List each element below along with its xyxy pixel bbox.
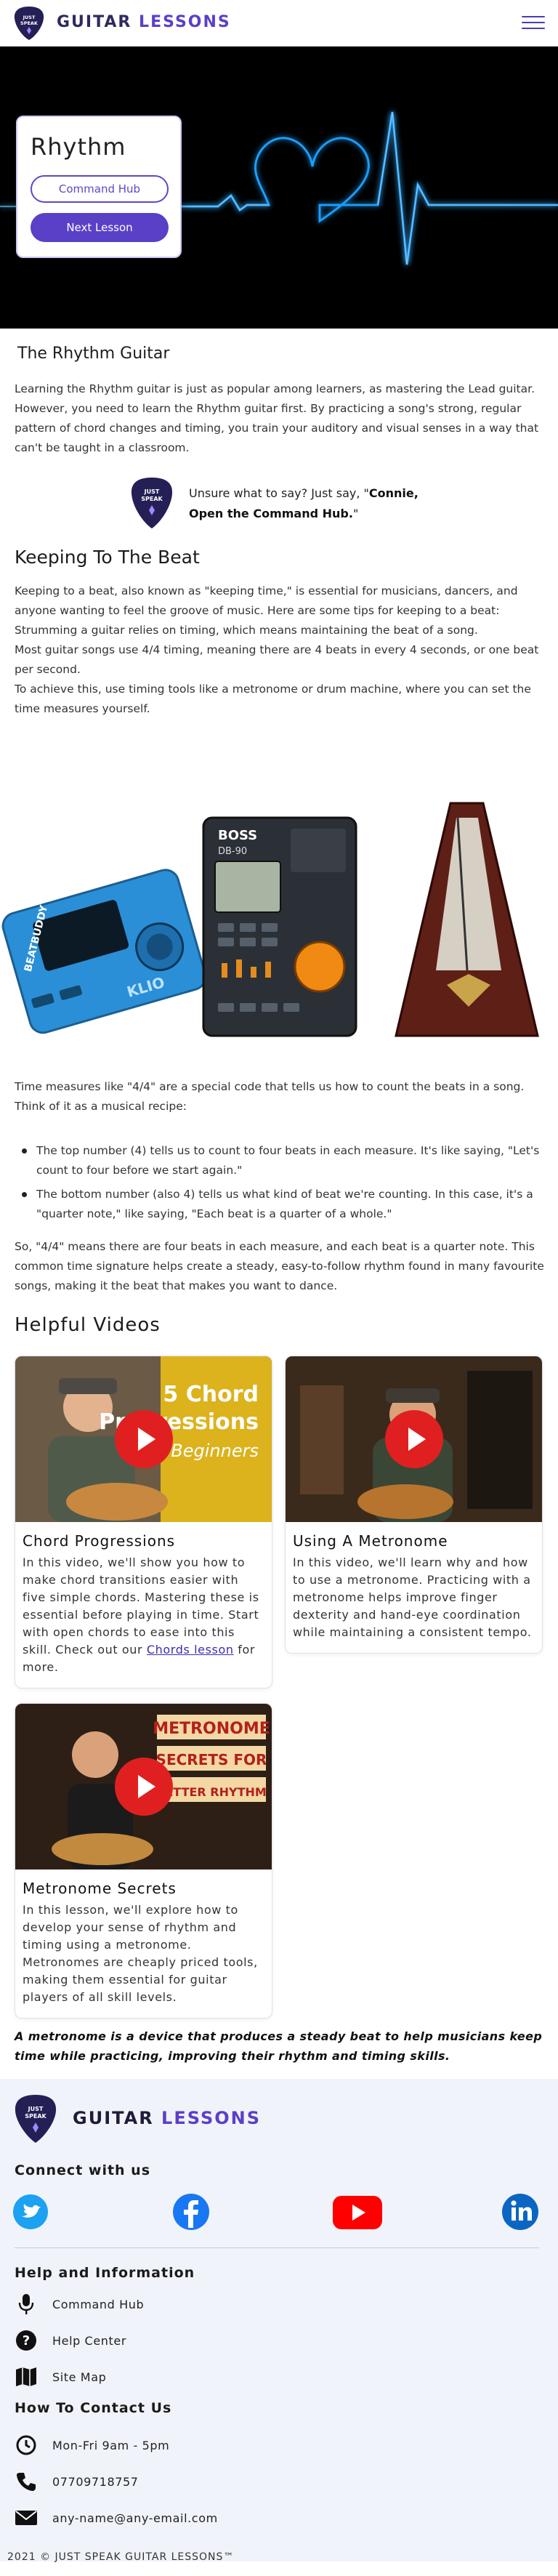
- metronome-quote: A metronome is a device that produces a …: [15, 2029, 543, 2063]
- svg-text:JUST: JUST: [23, 15, 36, 20]
- footer-link-command-hub[interactable]: Command Hub: [15, 2293, 144, 2316]
- question-circle-icon: ?: [15, 2329, 38, 2352]
- video-thumbnail[interactable]: 5 Chord Progressions for Beginners: [15, 1356, 272, 1522]
- chords-lesson-link[interactable]: Chords lesson: [147, 1643, 234, 1657]
- svg-text:BETTER RHYTHM: BETTER RHYTHM: [156, 1785, 267, 1799]
- map-icon: [15, 2365, 38, 2388]
- svg-text:SPEAK: SPEAK: [141, 496, 163, 502]
- email-icon: [15, 2506, 38, 2529]
- linkedin-icon[interactable]: [501, 2191, 539, 2232]
- voice-callout: JUST SPEAK Unsure what to say? Just say,…: [129, 476, 449, 531]
- logo-icon[interactable]: JUST SPEAK: [13, 5, 45, 41]
- contact-heading: How To Contact Us: [15, 2400, 172, 2416]
- command-hub-button[interactable]: Command Hub: [31, 175, 169, 203]
- beat-heading: Keeping To The Beat: [15, 547, 200, 568]
- help-heading: Help and Information: [15, 2265, 195, 2281]
- video-card-metronome-secrets[interactable]: METRONOME SECRETS FOR BETTER RHYTHM Metr…: [15, 1703, 272, 2018]
- list-item: The bottom number (also 4) tells us what…: [15, 1185, 545, 1224]
- facebook-icon[interactable]: [173, 2191, 209, 2232]
- videos-heading: Helpful Videos: [15, 1314, 161, 1336]
- metronome-devices-image: BEATBUDDY KLIO BOSS DB-90: [1, 802, 539, 1037]
- play-button-icon[interactable]: [114, 1410, 173, 1468]
- video-title: Using A Metronome: [293, 1532, 448, 1550]
- brand-title[interactable]: GUITAR LESSONS: [57, 13, 231, 31]
- clock-icon: [15, 2434, 38, 2457]
- footer-brand-title[interactable]: GUITAR LESSONS: [73, 2108, 261, 2128]
- video-description: In this video, we'll learn why and how t…: [293, 1555, 532, 1639]
- hero-banner: Rhythm Command Hub Next Lesson: [0, 47, 558, 329]
- measures-outro: So, "4/4" means there are four beats in …: [15, 1240, 544, 1292]
- footer-link-help-center[interactable]: ? Help Center: [15, 2329, 126, 2352]
- svg-text:DB-90: DB-90: [218, 846, 247, 857]
- video-title: Metronome Secrets: [23, 1880, 177, 1897]
- phone-icon: [15, 2470, 38, 2493]
- video-card-using-metronome[interactable]: Using A Metronome In this video, we'll l…: [285, 1356, 543, 1654]
- svg-text:SPEAK: SPEAK: [20, 20, 39, 26]
- rhythm-paragraph: Learning the Rhythm guitar is just as po…: [15, 382, 539, 454]
- video-description: In this lesson, we'll explore how to dev…: [23, 1903, 258, 2004]
- svg-text:JUST: JUST: [28, 2106, 44, 2112]
- footer-logo-icon[interactable]: JUST SPEAK: [13, 2093, 58, 2144]
- site-header: JUST SPEAK GUITAR LESSONS: [0, 0, 558, 47]
- copyright: 2021 © JUST SPEAK GUITAR LESSONS™: [7, 2551, 235, 2563]
- video-title: Chord Progressions: [23, 1532, 176, 1550]
- svg-text:5 Chord: 5 Chord: [163, 1382, 259, 1407]
- just-speak-logo-icon: JUST SPEAK: [131, 478, 173, 528]
- video-thumbnail[interactable]: [286, 1356, 542, 1522]
- microphone-icon: [15, 2293, 38, 2316]
- play-button-icon[interactable]: [384, 1410, 443, 1468]
- beat-paragraph: Keeping to a beat, also known as "keepin…: [15, 584, 539, 715]
- twitter-icon[interactable]: [13, 2191, 48, 2232]
- contact-phone[interactable]: 07709718757: [15, 2470, 139, 2493]
- svg-text:METRONOME: METRONOME: [153, 1720, 270, 1738]
- list-item: The top number (4) tells us to count to …: [15, 1141, 545, 1180]
- rhythm-heading: The Rhythm Guitar: [17, 345, 170, 363]
- video-card-chord-progressions[interactable]: 5 Chord Progressions for Beginners Chord…: [15, 1356, 272, 1689]
- play-button-icon[interactable]: [114, 1758, 173, 1816]
- page-title: Rhythm: [31, 133, 126, 161]
- footer-divider: [15, 2247, 539, 2248]
- contact-email[interactable]: any-name@any-email.com: [15, 2506, 218, 2529]
- svg-text:SECRETS FOR: SECRETS FOR: [156, 1751, 267, 1768]
- svg-text:JUST: JUST: [144, 488, 160, 495]
- site-footer: JUST SPEAK GUITAR LESSONS Connect with u…: [0, 2079, 558, 2561]
- footer-link-site-map[interactable]: Site Map: [15, 2365, 106, 2388]
- measures-intro: Time measures like "4/4" are a special c…: [15, 1080, 525, 1113]
- video-description: In this video, we'll show you how to mak…: [23, 1555, 259, 1674]
- svg-text:BOSS: BOSS: [218, 828, 257, 843]
- svg-text:SPEAK: SPEAK: [25, 2113, 46, 2120]
- svg-text:?: ?: [23, 2333, 30, 2348]
- measures-list: The top number (4) tells us to count to …: [15, 1141, 545, 1228]
- video-thumbnail[interactable]: METRONOME SECRETS FOR BETTER RHYTHM: [15, 1704, 272, 1869]
- hamburger-menu-icon[interactable]: [522, 12, 545, 32]
- connect-heading: Connect with us: [15, 2162, 151, 2178]
- next-lesson-button[interactable]: Next Lesson: [31, 213, 169, 242]
- callout-text: Unsure what to say? Just say, "Connie, O…: [189, 486, 418, 520]
- contact-hours: Mon-Fri 9am - 5pm: [15, 2434, 169, 2457]
- hero-card: Rhythm Command Hub Next Lesson: [16, 116, 182, 258]
- youtube-icon[interactable]: [333, 2191, 382, 2232]
